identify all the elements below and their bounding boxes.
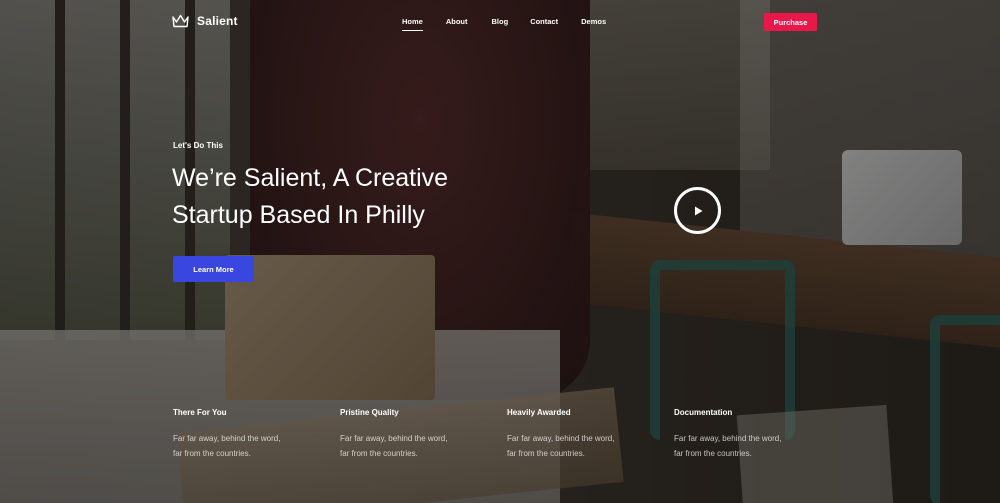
nav-demos[interactable]: Demos (581, 17, 606, 26)
feature-description-line-1: Far far away, behind the word, (507, 434, 615, 443)
feature-description-line-2: far from the countries. (173, 449, 251, 458)
crown-icon (172, 14, 189, 28)
nav-blog[interactable]: Blog (492, 17, 509, 26)
feature-description-line-2: far from the countries. (340, 449, 418, 458)
feature-description-line-2: far from the countries. (674, 449, 752, 458)
nav-home[interactable]: Home (402, 17, 423, 31)
feature-description-line-1: Far far away, behind the word, (674, 434, 782, 443)
logo[interactable]: Salient (172, 14, 238, 28)
hero-background-image (0, 0, 1000, 503)
main-nav: Home About Blog Contact Demos (402, 17, 606, 31)
learn-more-button[interactable]: Learn More (173, 256, 254, 282)
purchase-button[interactable]: Purchase (764, 13, 817, 31)
nav-about[interactable]: About (446, 17, 468, 26)
feature-documentation: Documentation Far far away, behind the w… (674, 408, 824, 461)
feature-description-line-1: Far far away, behind the word, (340, 434, 448, 443)
site-header: Salient Home About Blog Contact Demos Pu… (0, 0, 1000, 44)
feature-description-line-2: far from the countries. (507, 449, 585, 458)
brand-name: Salient (197, 14, 238, 28)
feature-title: There For You (173, 408, 227, 417)
feature-title: Pristine Quality (340, 408, 399, 417)
feature-heavily-awarded: Heavily Awarded Far far away, behind the… (507, 408, 657, 461)
feature-title: Documentation (674, 408, 733, 417)
play-video-button[interactable] (674, 187, 721, 234)
feature-there-for-you: There For You Far far away, behind the w… (173, 408, 323, 461)
nav-contact[interactable]: Contact (530, 17, 558, 26)
hero-eyebrow: Let's Do This (173, 141, 223, 150)
play-icon (694, 206, 702, 215)
hero-title-line-1: We’re Salient, A Creative (172, 164, 449, 192)
hero-title: We’re Salient, A Creative Startup Based … (172, 160, 492, 234)
feature-title: Heavily Awarded (507, 408, 571, 417)
feature-description-line-1: Far far away, behind the word, (173, 434, 281, 443)
feature-pristine-quality: Pristine Quality Far far away, behind th… (340, 408, 490, 461)
hero-title-line-2: Startup Based In Philly (172, 201, 425, 229)
